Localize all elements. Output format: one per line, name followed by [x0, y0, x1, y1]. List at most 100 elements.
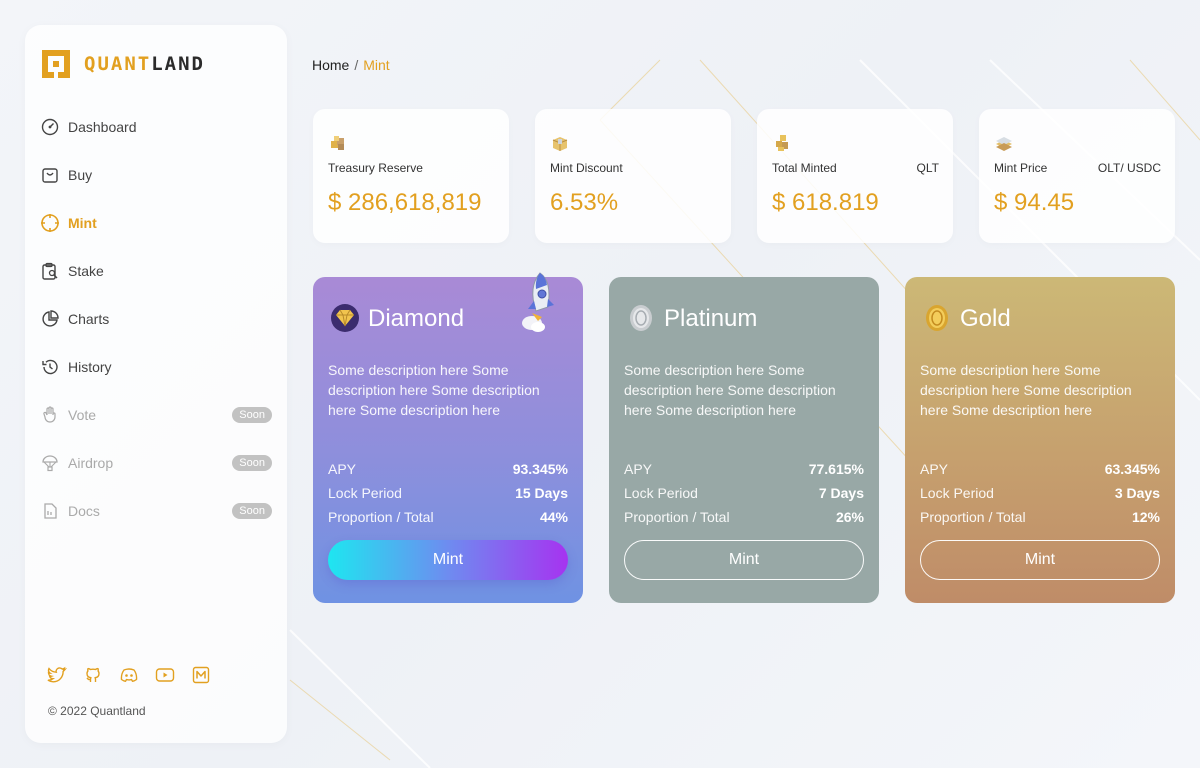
stat-value: 6.53%: [550, 189, 619, 216]
sidebar-item-label: Charts: [68, 311, 110, 327]
row-label: APY: [624, 461, 653, 477]
tier-row-lock-period: Lock Period 15 Days: [328, 481, 568, 505]
clipboard-search-icon: [40, 261, 60, 281]
row-label: Lock Period: [624, 485, 698, 501]
dashboard-icon: [40, 117, 60, 137]
tier-row-apy: APY 63.345%: [920, 457, 1160, 481]
stat-card-mint-price: Mint Price OLT/ USDC $ 94.45: [979, 109, 1175, 243]
tier-row-lock-period: Lock Period 3 Days: [920, 481, 1160, 505]
tier-description: Some description here Some description h…: [328, 362, 540, 418]
soon-badge: Soon: [232, 503, 272, 519]
row-value: 63.345%: [1104, 461, 1160, 477]
diamond-icon: [330, 303, 360, 333]
treasury-icon: [328, 133, 348, 153]
tier-row-proportion: Proportion / Total 26%: [624, 505, 864, 529]
sidebar-item-label: History: [68, 359, 112, 375]
row-label: Lock Period: [328, 485, 402, 501]
tier-row-apy: APY 93.345%: [328, 457, 568, 481]
sidebar-item-label: Stake: [68, 263, 104, 279]
twitter-icon[interactable]: [47, 665, 67, 685]
bag-icon: [40, 165, 60, 185]
hand-icon: [40, 405, 60, 425]
sidebar-item-vote[interactable]: Vote Soon: [40, 391, 272, 439]
tier-card-gold: Gold Some description here Some descript…: [905, 277, 1175, 603]
rocket-icon: [516, 267, 560, 335]
mint-button-platinum[interactable]: Mint: [624, 540, 864, 580]
stat-label: Treasury Reserve: [328, 161, 423, 175]
tier-stats: APY 77.615% Lock Period 7 Days Proportion …: [624, 457, 864, 529]
sidebar-item-docs[interactable]: Docs Soon: [40, 487, 272, 535]
logo-text-suffix: LAND: [151, 53, 205, 75]
stat-unit: OLT/ USDC: [1097, 161, 1161, 175]
sidebar-item-history[interactable]: History: [40, 343, 272, 391]
history-icon: [40, 357, 60, 377]
row-value: 26%: [835, 509, 864, 525]
tier-row-lock-period: Lock Period 7 Days: [624, 481, 864, 505]
mint-button-gold[interactable]: Mint: [920, 540, 1160, 580]
copyright: © 2022 Quantland: [48, 704, 146, 718]
row-value: 7 Days: [818, 485, 864, 501]
gold-coin-icon: [922, 303, 952, 333]
sidebar-item-airdrop[interactable]: Airdrop Soon: [40, 439, 272, 487]
tier-card-platinum: Platinum Some description here Some desc…: [609, 277, 879, 603]
sidebar-item-buy[interactable]: Buy: [40, 151, 272, 199]
sidebar-item-label: Docs: [68, 503, 100, 519]
platinum-coin-icon: [626, 303, 656, 333]
row-value: 15 Days: [515, 485, 568, 501]
stat-label: Total Minted: [772, 161, 837, 175]
social-links: [47, 665, 211, 685]
tier-row-apy: APY 77.615%: [624, 457, 864, 481]
pie-chart-icon: [40, 309, 60, 329]
sidebar-item-mint[interactable]: Mint: [40, 199, 272, 247]
stat-card-treasury-reserve: Treasury Reserve $ 286,618,819: [313, 109, 509, 243]
discount-icon: [550, 133, 570, 153]
logo-text: QUANTLAND: [84, 53, 205, 75]
stat-label: Mint Price: [994, 161, 1048, 175]
sidebar: QUANTLAND Dashboard Buy Mint Stake Chart…: [25, 25, 287, 743]
medium-icon[interactable]: [191, 665, 211, 685]
stat-label: Mint Discount: [550, 161, 623, 175]
soon-badge: Soon: [232, 407, 272, 423]
row-label: APY: [920, 461, 949, 477]
github-icon[interactable]: [83, 665, 103, 685]
sidebar-item-label: Airdrop: [68, 455, 114, 471]
stat-card-mint-discount: Mint Discount 6.53%: [535, 109, 731, 243]
stat-card-total-minted: Total Minted QLT $ 618.819: [757, 109, 953, 243]
minted-icon: [772, 133, 792, 153]
sidebar-item-label: Mint: [68, 215, 97, 231]
soon-badge: Soon: [232, 455, 272, 471]
row-value: 12%: [1131, 509, 1160, 525]
logo-text-prefix: QUANT: [84, 53, 152, 75]
parachute-icon: [40, 453, 60, 473]
logo-mark-icon: [40, 48, 72, 80]
row-label: APY: [328, 461, 357, 477]
tier-name: Platinum: [664, 305, 758, 332]
stat-value: $ 94.45: [994, 189, 1075, 216]
document-icon: [40, 501, 60, 521]
row-label: Proportion / Total: [920, 509, 1026, 525]
sidebar-item-label: Buy: [68, 167, 93, 183]
mint-button-diamond[interactable]: Mint: [328, 540, 568, 580]
breadcrumb: Home / Mint: [312, 57, 390, 73]
row-label: Proportion / Total: [624, 509, 730, 525]
row-value: 44%: [539, 509, 568, 525]
tier-row-proportion: Proportion / Total 44%: [328, 505, 568, 529]
stat-value: $ 618.819: [772, 189, 879, 216]
crosshair-icon: [40, 213, 60, 233]
row-value: 3 Days: [1114, 485, 1160, 501]
sidebar-item-stake[interactable]: Stake: [40, 247, 272, 295]
breadcrumb-current: Mint: [363, 57, 390, 73]
stat-value: $ 286,618,819: [328, 189, 482, 216]
row-label: Lock Period: [920, 485, 994, 501]
sidebar-item-dashboard[interactable]: Dashboard: [40, 103, 272, 151]
sidebar-item-charts[interactable]: Charts: [40, 295, 272, 343]
row-label: Proportion / Total: [328, 509, 434, 525]
discord-icon[interactable]: [119, 665, 139, 685]
sidebar-item-label: Vote: [68, 407, 97, 423]
tier-stats: APY 93.345% Lock Period 15 Days Proportion…: [328, 457, 568, 529]
logo[interactable]: QUANTLAND: [40, 48, 205, 80]
breadcrumb-home[interactable]: Home: [312, 57, 349, 73]
sidebar-nav: Dashboard Buy Mint Stake Charts History …: [40, 103, 272, 535]
tier-row-proportion: Proportion / Total 12%: [920, 505, 1160, 529]
youtube-icon[interactable]: [155, 665, 175, 685]
